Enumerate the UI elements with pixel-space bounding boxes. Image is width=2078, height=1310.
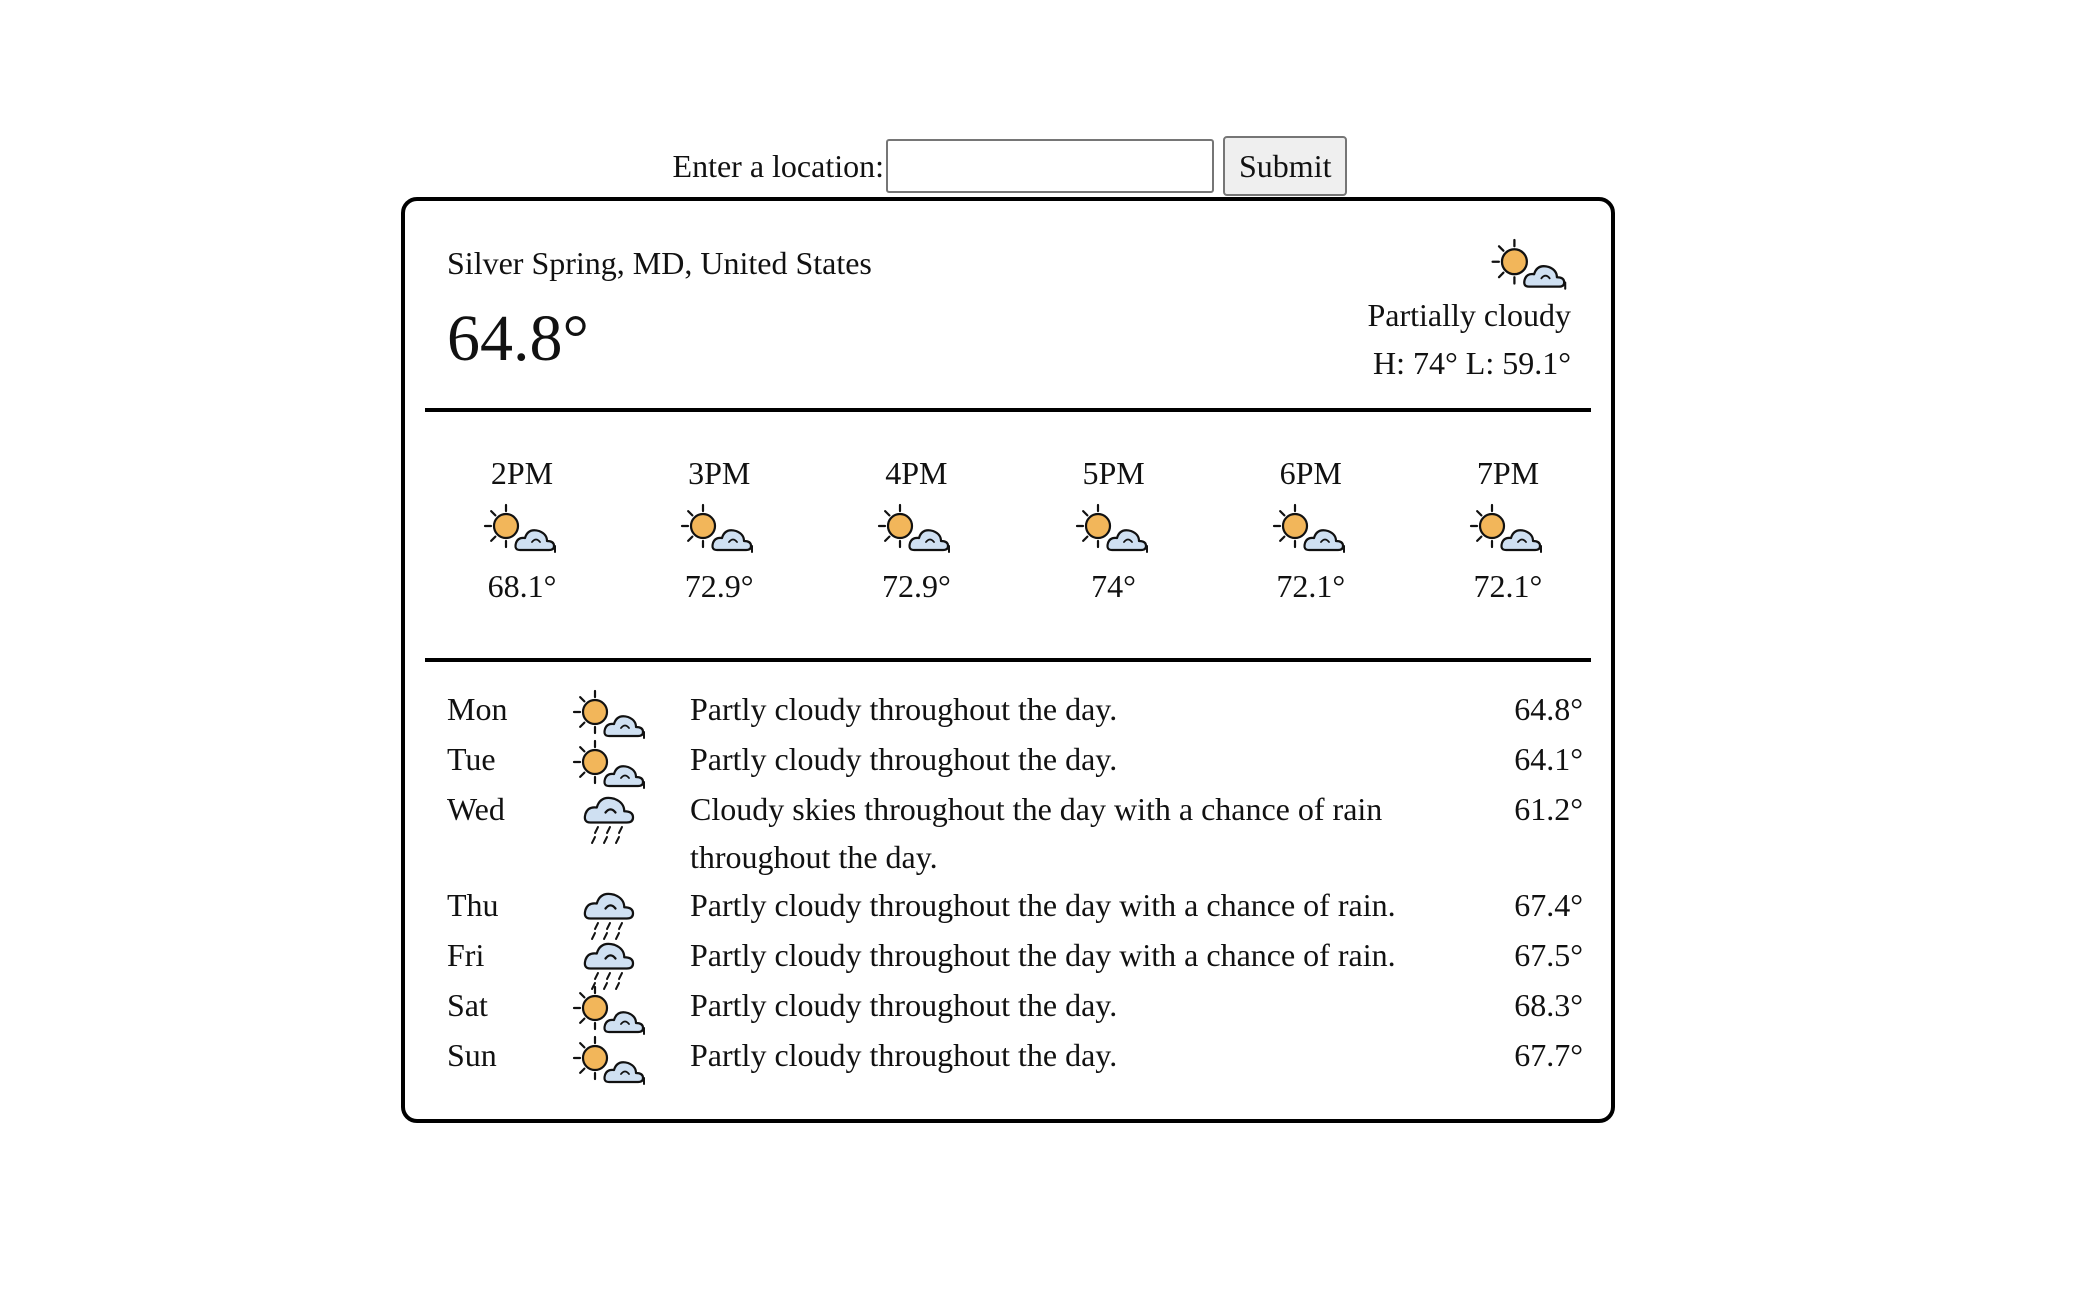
day-temperature: 61.2° (1514, 791, 1583, 827)
hour-label: 6PM (1279, 455, 1342, 491)
search-bar: Enter a location: Submit (0, 136, 2020, 196)
partly-cloudy-day-icon (572, 1035, 649, 1093)
daily-row: Mon Partly cloudy throughout the day. 64… (447, 685, 1583, 739)
daily-row: Fri Partly cloudy throughout the day wit… (447, 931, 1583, 990)
hourly-item: 7PM 72.1° (1433, 455, 1583, 605)
partly-cloudy-day-icon (1491, 238, 1571, 297)
current-condition: Partially cloudy (1367, 297, 1571, 333)
partly-cloudy-day-icon (1075, 503, 1152, 560)
day-name: Tue (447, 741, 496, 777)
day-name: Wed (447, 791, 505, 827)
hour-temperature: 68.1° (487, 568, 557, 604)
partly-cloudy-day-icon (1272, 503, 1349, 560)
low-temperature: L: 59.1° (1465, 345, 1571, 381)
hour-label: 4PM (885, 455, 948, 491)
hourly-forecast: 2PM 68.1° 3PM 72.9° 4PM 72.9° 5PM 74° 6P… (447, 455, 1583, 605)
location-input[interactable] (886, 139, 1214, 193)
hour-label: 3PM (688, 455, 751, 491)
high-low: H: 74° L: 59.1° (1373, 345, 1571, 382)
day-temperature: 67.4° (1514, 887, 1583, 923)
hour-temperature: 72.9° (881, 568, 951, 604)
daily-row: Thu Partly cloudy throughout the day wit… (447, 881, 1583, 940)
daily-row: Wed Cloudy skies throughout the day with… (447, 785, 1583, 881)
day-description: Partly cloudy throughout the day. (690, 1037, 1118, 1073)
partly-cloudy-day-icon (681, 503, 757, 560)
daily-forecast: Mon Partly cloudy throughout the day. 64… (447, 685, 1583, 1085)
day-temperature: 64.8° (1514, 691, 1583, 727)
day-name: Thu (447, 887, 499, 923)
partly-cloudy-day-icon (878, 503, 954, 560)
current-temperature: 64.8° (447, 302, 589, 375)
divider (425, 408, 1591, 412)
day-temperature: 67.7° (1514, 1037, 1583, 1073)
daily-row: Sun Partly cloudy throughout the day. 67… (447, 1031, 1583, 1085)
day-description: Partly cloudy throughout the day with a … (690, 937, 1396, 973)
location-label: Enter a location: (672, 147, 884, 184)
day-temperature: 67.5° (1514, 937, 1583, 973)
hourly-item: 6PM 72.1° (1236, 455, 1386, 605)
partly-cloudy-day-icon (1469, 503, 1546, 560)
daily-row: Tue Partly cloudy throughout the day. 64… (447, 735, 1583, 789)
day-name: Mon (447, 691, 508, 727)
partly-cloudy-day-icon (483, 503, 560, 560)
day-name: Fri (447, 937, 485, 973)
hour-temperature: 72.1° (1473, 568, 1543, 604)
hour-temperature: 72.9° (684, 568, 754, 604)
hourly-item: 5PM 74° (1039, 455, 1189, 605)
day-temperature: 68.3° (1514, 987, 1583, 1023)
day-description: Partly cloudy throughout the day. (690, 741, 1118, 777)
daily-row: Sat Partly cloudy throughout the day. 68… (447, 981, 1583, 1035)
hour-label: 2PM (490, 455, 554, 491)
hour-label: 5PM (1082, 455, 1145, 491)
location-name: Silver Spring, MD, United States (447, 245, 872, 281)
day-name: Sun (447, 1037, 497, 1073)
divider (425, 658, 1591, 662)
hourly-item: 2PM 68.1° (447, 455, 597, 605)
weather-card: Silver Spring, MD, United States 64.8° P… (401, 197, 1615, 1123)
day-name: Sat (447, 987, 488, 1023)
hour-temperature: 72.1° (1276, 568, 1346, 604)
day-temperature: 64.1° (1514, 741, 1583, 777)
day-description: Cloudy skies throughout the day with a c… (690, 791, 1383, 875)
hourly-item: 3PM 72.9° (644, 455, 794, 605)
day-description: Partly cloudy throughout the day. (690, 987, 1118, 1023)
day-description: Partly cloudy throughout the day. (690, 691, 1118, 727)
hour-label: 7PM (1476, 455, 1540, 491)
day-description: Partly cloudy throughout the day with a … (690, 887, 1396, 923)
high-temperature: H: 74° (1372, 345, 1458, 381)
rain-icon (573, 791, 649, 847)
hourly-item: 4PM 72.9° (841, 455, 991, 605)
submit-button[interactable]: Submit (1223, 136, 1348, 196)
hour-temperature: 74° (1091, 568, 1136, 604)
